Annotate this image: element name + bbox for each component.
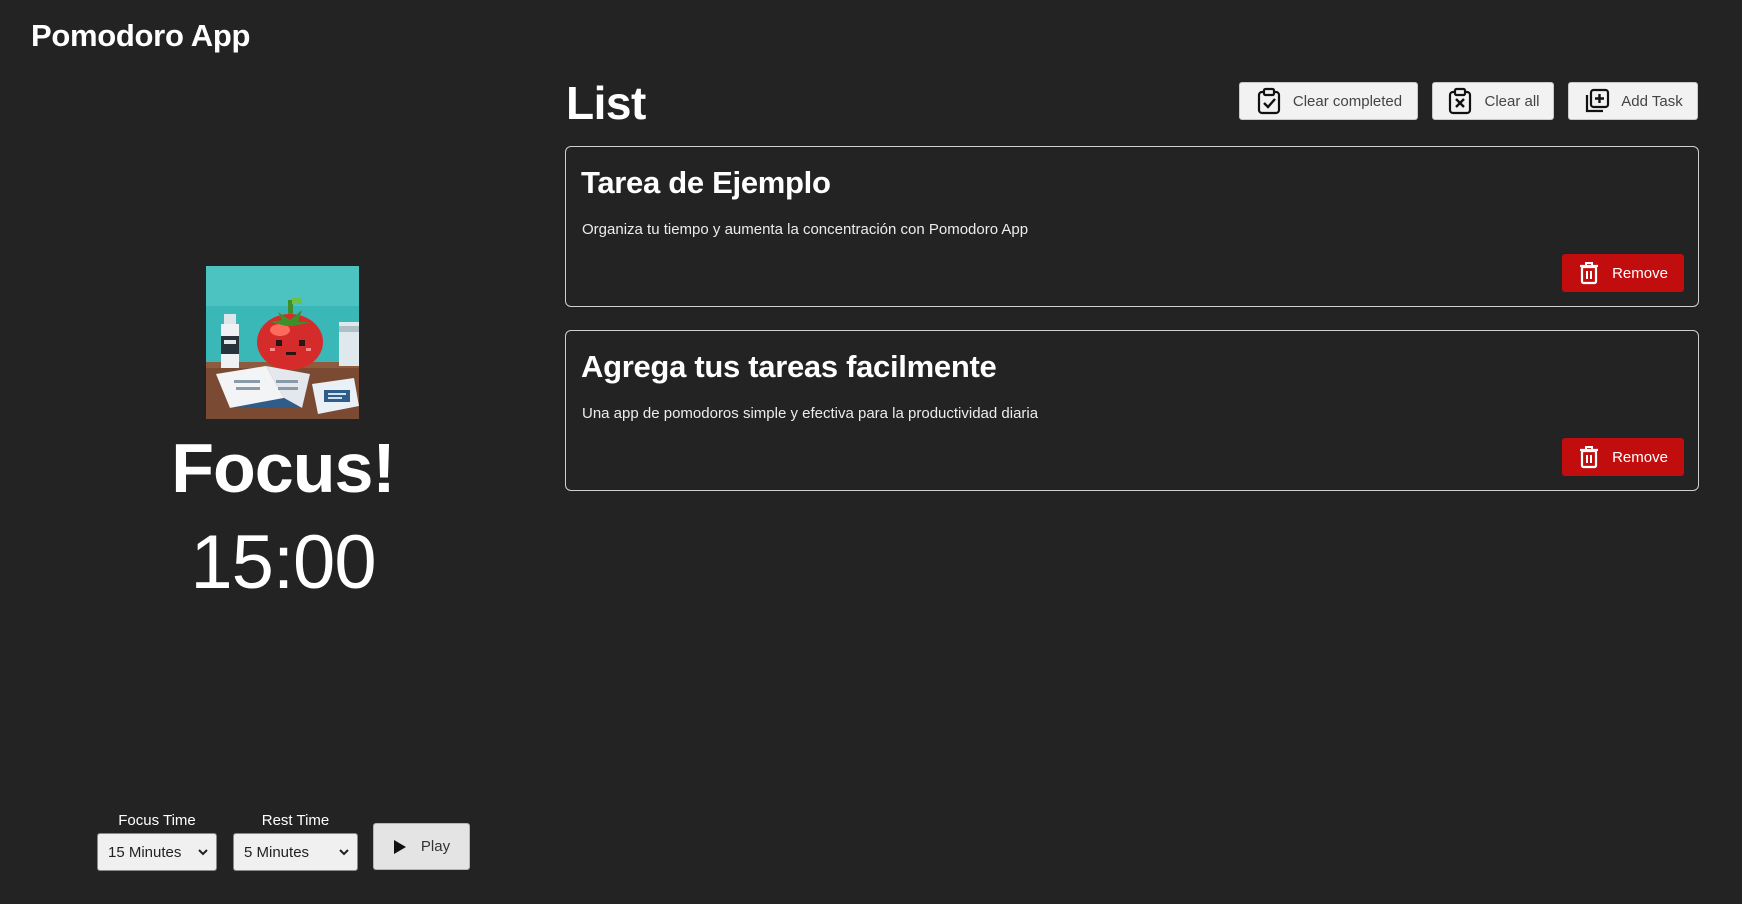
clear-completed-button[interactable]: Clear completed <box>1239 82 1418 120</box>
task-title: Agrega tus tareas facilmente <box>581 349 997 384</box>
add-task-label: Add Task <box>1621 92 1683 110</box>
add-square-icon <box>1586 88 1610 113</box>
rest-time-control: Rest Time 5 Minutes <box>233 811 358 871</box>
clear-completed-label: Clear completed <box>1292 92 1403 110</box>
clear-all-button[interactable]: Clear all <box>1432 82 1554 120</box>
timer-mode-label: Focus! <box>171 429 395 507</box>
clipboard-check-icon <box>1257 87 1280 115</box>
play-button[interactable]: Play <box>373 823 470 870</box>
trash-icon <box>1580 446 1599 469</box>
rest-time-value: 5 Minutes <box>244 843 310 861</box>
remove-task-button[interactable]: Remove <box>1562 438 1684 476</box>
trash-icon <box>1580 262 1599 285</box>
countdown-display: 15:00 <box>190 520 376 605</box>
focus-time-value: 15 Minutes <box>108 843 182 861</box>
add-task-button[interactable]: Add Task <box>1568 82 1698 120</box>
task-description: Una app de pomodoros simple y efectiva p… <box>582 405 1039 422</box>
app-title: Pomodoro App <box>31 18 251 53</box>
play-icon <box>393 839 406 854</box>
chevron-down-icon <box>339 849 349 856</box>
remove-label: Remove <box>1612 264 1668 282</box>
task-card: Tarea de Ejemplo Organiza tu tiempo y au… <box>565 146 1699 307</box>
rest-time-label: Rest Time <box>261 812 330 829</box>
tomato-study-image <box>206 266 359 419</box>
focus-time-label: Focus Time <box>118 812 196 829</box>
task-description: Organiza tu tiempo y aumenta la concentr… <box>582 221 1029 238</box>
remove-label: Remove <box>1612 448 1668 466</box>
play-label: Play <box>420 838 451 855</box>
clipboard-x-icon <box>1449 87 1472 115</box>
task-card: Agrega tus tareas facilmente Una app de … <box>565 330 1699 491</box>
focus-time-control: Focus Time 15 Minutes <box>97 811 217 871</box>
rest-time-select[interactable]: 5 Minutes <box>233 833 358 871</box>
chevron-down-icon <box>198 849 208 856</box>
task-title: Tarea de Ejemplo <box>581 165 831 200</box>
clear-all-label: Clear all <box>1484 92 1540 110</box>
focus-time-select[interactable]: 15 Minutes <box>97 833 217 871</box>
remove-task-button[interactable]: Remove <box>1562 254 1684 292</box>
list-title: List <box>566 77 646 129</box>
